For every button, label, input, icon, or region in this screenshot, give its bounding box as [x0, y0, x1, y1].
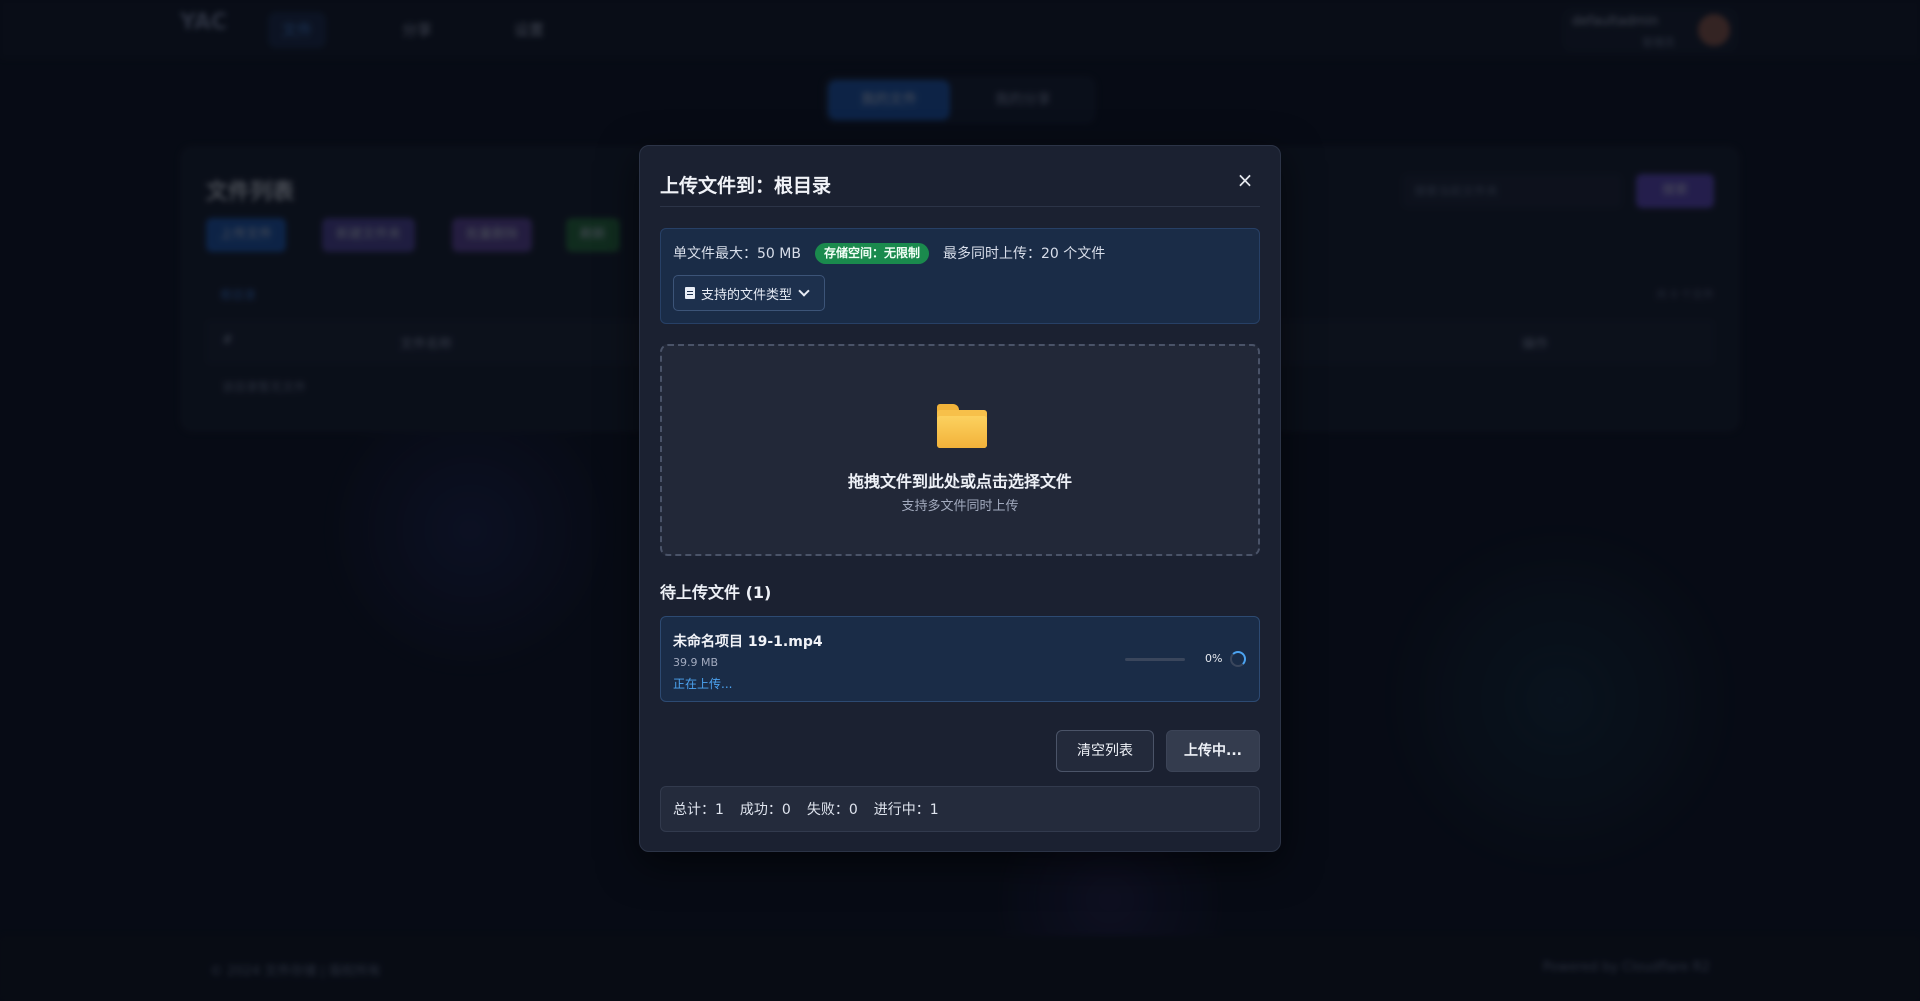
stat-total: 总计：1	[673, 802, 724, 818]
modal-title: 上传文件到：根目录	[660, 175, 832, 197]
file-icon	[685, 287, 695, 299]
dropzone-hint: 支持多文件同时上传	[901, 499, 1019, 514]
limits-row: 单文件最大：50 MB 存储空间：无限制 最多同时上传：20 个文件	[673, 242, 1106, 264]
max-concurrent-uploads: 最多同时上传：20 个文件	[942, 246, 1106, 262]
supported-types-label: 支持的文件类型	[701, 287, 793, 303]
upload-stats: 总计：1 成功：0 失败：0 进行中：1	[660, 786, 1260, 832]
folder-icon	[937, 404, 987, 448]
close-icon[interactable]: ×	[1234, 169, 1256, 191]
upload-modal: 上传文件到：根目录 × 单文件最大：50 MB 存储空间：无限制 最多同时上传：…	[639, 145, 1281, 852]
supported-types-button[interactable]: 支持的文件类型	[673, 275, 825, 311]
progress-bar	[1125, 658, 1185, 661]
file-name: 未命名项目 19-1.mp4	[673, 634, 823, 650]
upload-status: 正在上传...	[673, 677, 733, 691]
stat-success: 成功：0	[739, 802, 791, 818]
stat-failed: 失败：0	[806, 802, 858, 818]
pending-files-heading: 待上传文件 (1)	[660, 583, 772, 602]
upload-button[interactable]: 上传中...	[1166, 730, 1260, 772]
loading-spinner-icon	[1230, 651, 1246, 667]
chevron-down-icon	[798, 285, 810, 297]
progress-percent: 0%	[1205, 652, 1223, 665]
max-file-size: 单文件最大：50 MB	[673, 246, 801, 262]
clear-list-button[interactable]: 清空列表	[1056, 730, 1154, 772]
modal-header: 上传文件到：根目录 ×	[660, 146, 1260, 207]
upload-limits-info: 单文件最大：50 MB 存储空间：无限制 最多同时上传：20 个文件 支持的文件…	[660, 228, 1260, 324]
stat-in-progress: 进行中：1	[873, 802, 939, 818]
file-dropzone[interactable]: 拖拽文件到此处或点击选择文件 支持多文件同时上传	[660, 344, 1260, 556]
dropzone-title: 拖拽文件到此处或点击选择文件	[847, 472, 1072, 491]
file-size: 39.9 MB	[673, 656, 719, 669]
status-badge: 存储空间：无限制	[814, 242, 929, 264]
list-item: 未命名项目 19-1.mp4 39.9 MB 正在上传... 0%	[660, 616, 1260, 702]
